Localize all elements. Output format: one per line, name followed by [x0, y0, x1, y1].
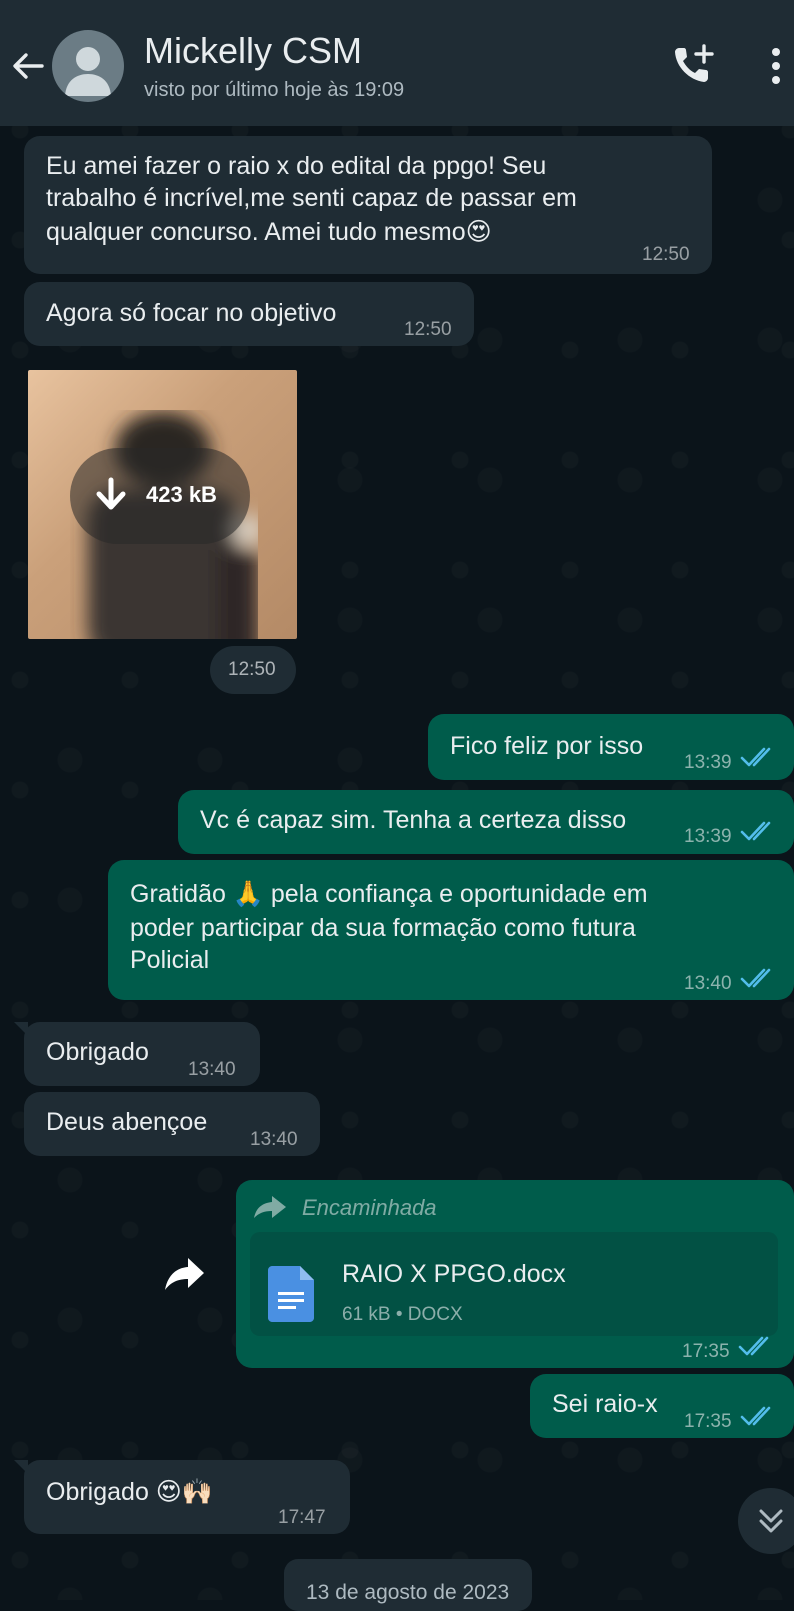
double-check-icon [740, 747, 771, 767]
forward-icon[interactable] [160, 1248, 210, 1298]
chat-header: Mickelly CSM visto por último hoje às 19… [0, 0, 794, 126]
message-text: Obrigado 😍🙌🏻 [46, 1478, 213, 1506]
message-time: 13:40 [684, 973, 732, 994]
message-time: 13:40 [250, 1129, 298, 1150]
back-arrow-icon[interactable] [8, 46, 48, 86]
message-bubble-outgoing-document[interactable]: Encaminhada RAIO X PPGO.docx 61 kB • DOC… [236, 1180, 794, 1368]
date-divider-text: 13 de agosto de 2023 [306, 1581, 510, 1604]
download-icon [96, 477, 126, 510]
message-text: Sei raio-x [552, 1390, 658, 1418]
message-bubble-outgoing[interactable]: Sei raio-x 17:35 [530, 1374, 794, 1438]
add-call-icon[interactable] [670, 42, 716, 88]
contact-avatar[interactable] [52, 30, 124, 102]
message-time: 13:39 [684, 752, 732, 773]
message-text: Vc é capaz sim. Tenha a certeza disso [200, 806, 627, 834]
message-time: 17:47 [278, 1507, 326, 1528]
double-check-icon [738, 1336, 769, 1356]
message-text-line: poder participar da sua formação como fu… [130, 914, 636, 942]
message-time: 12:50 [228, 659, 276, 680]
forwarded-label: Encaminhada [302, 1195, 437, 1220]
message-bubble-outgoing[interactable]: Fico feliz por isso 13:39 [428, 714, 794, 780]
message-time: 12:50 [642, 244, 690, 265]
double-check-icon [740, 1406, 771, 1426]
download-button[interactable]: 423 kB [70, 448, 250, 544]
message-text-line: Policial [130, 946, 210, 974]
message-text: Obrigado [46, 1038, 149, 1066]
message-text-line: trabalho é incrível,me senti capaz de pa… [46, 184, 577, 212]
message-bubble-outgoing[interactable]: Vc é capaz sim. Tenha a certeza disso 13… [178, 790, 794, 854]
menu-dots-icon[interactable] [770, 46, 782, 86]
message-bubble-incoming[interactable]: Eu amei fazer o raio x do edital da ppgo… [24, 136, 712, 274]
message-bubble-incoming[interactable]: Agora só focar no objetivo 12:50 [24, 282, 474, 346]
message-bubble-incoming[interactable]: Obrigado 😍🙌🏻 17:47 [14, 1460, 350, 1534]
bubble-tail [14, 1022, 28, 1036]
message-text: Agora só focar no objetivo [46, 299, 337, 327]
message-time: 17:35 [684, 1411, 732, 1432]
last-seen-status: visto por último hoje às 19:09 [144, 79, 405, 101]
document-file-meta: 61 kB • DOCX [342, 1304, 463, 1325]
image-time-pill: 12:50 [210, 646, 296, 694]
document-card[interactable]: RAIO X PPGO.docx 61 kB • DOCX [250, 1232, 778, 1336]
bubble-tail [14, 1460, 28, 1474]
message-bubble-outgoing[interactable]: Gratidão 🙏 pela confiança e oportunidade… [108, 860, 794, 1000]
document-file-name: RAIO X PPGO.docx [342, 1260, 566, 1288]
message-time: 13:40 [188, 1059, 236, 1080]
double-check-icon [740, 968, 771, 988]
double-check-icon [740, 821, 771, 841]
message-time: 13:39 [684, 826, 732, 847]
message-bubble-incoming[interactable]: Deus abençoe 13:40 [24, 1092, 320, 1156]
message-text-line: qualquer concurso. Amei tudo mesmo😍 [46, 218, 492, 246]
date-divider: 13 de agosto de 2023 [284, 1559, 532, 1611]
avatar-placeholder-icon [65, 47, 111, 96]
message-text: Fico feliz por isso [450, 732, 644, 760]
download-size: 423 kB [146, 482, 217, 507]
message-time: 17:35 [682, 1341, 730, 1362]
contact-name[interactable]: Mickelly CSM [144, 30, 362, 72]
message-text-line: Eu amei fazer o raio x do edital da ppgo… [46, 152, 547, 180]
forwarded-icon [254, 1196, 286, 1218]
message-bubble-incoming[interactable]: Obrigado 13:40 [14, 1022, 260, 1086]
image-message-thumbnail[interactable]: 423 kB [28, 370, 297, 639]
message-text: Deus abençoe [46, 1108, 208, 1136]
scroll-down-icon [759, 1509, 783, 1533]
message-text-line: Gratidão 🙏 pela confiança e oportunidade… [130, 880, 648, 908]
message-time: 12:50 [404, 319, 452, 340]
document-icon [268, 1266, 314, 1322]
